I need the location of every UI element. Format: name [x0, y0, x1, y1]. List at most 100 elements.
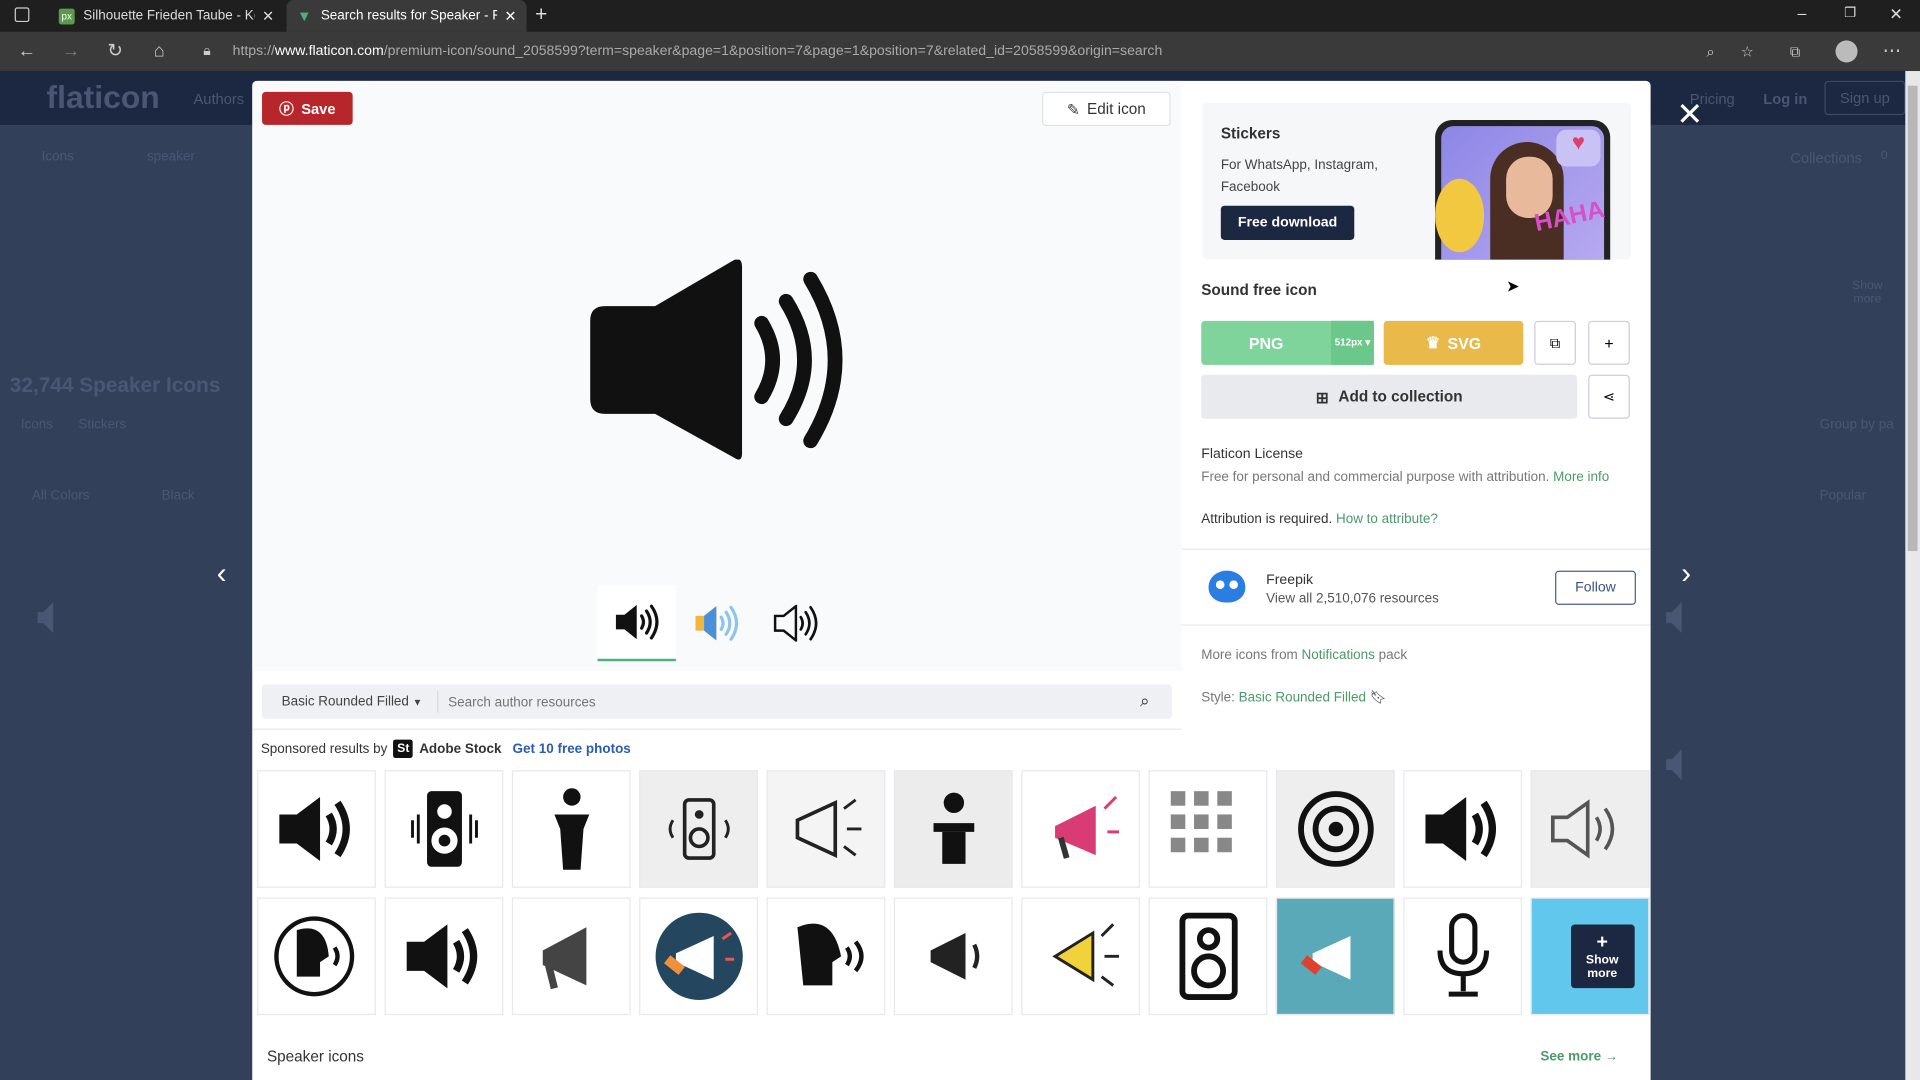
copy-image-button[interactable]: ⧉	[1534, 320, 1576, 365]
close-tab-icon[interactable]: ✕	[262, 7, 274, 24]
share-button[interactable]: ⋖	[1588, 374, 1630, 419]
close-tab-icon[interactable]: ✕	[504, 7, 516, 24]
sound-icon-preview	[590, 259, 843, 460]
bg-tab-stickers[interactable]: Stickers	[78, 418, 126, 433]
style-link[interactable]: Basic Rounded Filled	[1239, 691, 1366, 706]
pinterest-icon: ⓟ	[279, 100, 294, 118]
add-to-collection-button[interactable]: ⊞ Add to collection	[1201, 374, 1578, 419]
url-field[interactable]: 🔒︎ https://www.flaticon.com/premium-icon…	[196, 36, 1812, 68]
megaphone-outline-icon	[795, 798, 861, 858]
tab-silhouette[interactable]: px Silhouette Frieden Taube - Koste ✕	[49, 0, 284, 32]
zoom-icon[interactable]: ⌕	[1698, 39, 1722, 63]
variant-outline[interactable]	[757, 585, 835, 661]
pack-link[interactable]: Notifications	[1302, 648, 1375, 663]
nav-authors[interactable]: Authors	[193, 91, 244, 108]
freepik-avatar[interactable]	[1208, 570, 1246, 603]
phone-sticker-image: ♥ HAHA	[1435, 120, 1611, 260]
icon-detail-modal: ⓟ Save ✎ Edit icon Basic Rounded Filled ▼ …	[252, 80, 1651, 1080]
follow-button[interactable]: Follow	[1555, 570, 1636, 605]
close-window-button[interactable]: ✕	[1889, 5, 1902, 25]
divider	[1181, 624, 1651, 626]
ad-text: For WhatsApp, Instagram, Facebook	[1220, 157, 1379, 195]
variant-filled-black[interactable]	[597, 585, 676, 662]
lock-icon: 🔒︎	[203, 44, 211, 59]
more-menu-icon[interactable]: ⋯	[1880, 39, 1904, 63]
get-free-photos-link[interactable]: Get 10 free photos	[513, 741, 631, 756]
stock-tile-speaker-volume[interactable]	[257, 770, 376, 888]
stock-tile-speaker-volume[interactable]	[384, 897, 504, 1016]
cursor-icon: ➤	[1506, 276, 1520, 296]
pinterest-save-button[interactable]: ⓟ Save	[262, 91, 353, 125]
speaker-box-grey-icon	[668, 798, 730, 860]
restore-button[interactable]: ❐	[1844, 5, 1856, 21]
scrollbar-thumb[interactable]	[1907, 85, 1918, 552]
back-icon[interactable]: ←	[15, 39, 39, 63]
head-speaking-circle-icon	[273, 916, 354, 997]
page-scrollbar[interactable]	[1905, 71, 1920, 1080]
stock-tile-podium-speaker[interactable]	[893, 770, 1013, 888]
tab-actions-icon[interactable]	[14, 7, 30, 23]
svg-download-button[interactable]: ♛ SVG	[1383, 320, 1524, 365]
icon-info-panel: Stickers For WhatsApp, Instagram, Facebo…	[1181, 81, 1651, 1080]
stock-tile-megaphone-pink[interactable]	[1021, 770, 1141, 888]
stock-tile-megaphone-yellow[interactable]	[1021, 897, 1141, 1016]
stock-tile-megaphone-outline[interactable]	[766, 770, 886, 888]
more-info-link[interactable]: More info	[1553, 470, 1609, 485]
home-icon[interactable]: ⌂	[147, 39, 171, 63]
favorites-icon[interactable]: ☆	[1735, 39, 1759, 63]
ad-title: Stickers	[1220, 124, 1281, 143]
stock-tile-megaphone-circle[interactable]	[639, 897, 758, 1016]
extensions-icon[interactable]: ⧉	[1783, 39, 1807, 63]
speaker-volume-icon	[278, 796, 350, 861]
search-type-select[interactable]: Icons	[42, 149, 74, 164]
tab-flaticon[interactable]: ▼ Search results for Speaker - Flati ✕	[286, 0, 527, 32]
close-modal-icon[interactable]: ✕	[1676, 96, 1703, 134]
stock-tile-megaphone-small[interactable]	[893, 897, 1013, 1016]
search-icon[interactable]: ⌕	[1140, 691, 1150, 712]
more-options-button[interactable]: +	[1588, 320, 1630, 365]
bg-search-input[interactable]: speaker	[147, 149, 195, 164]
stock-tile-person-podium[interactable]	[511, 770, 631, 888]
flaticon-favicon-icon: ▼	[296, 7, 312, 25]
stock-tile-megaphone[interactable]	[511, 897, 631, 1016]
stock-tile-speaker-box-grey[interactable]	[639, 770, 758, 888]
style-row: Style: Basic Rounded Filled 🔖︎	[1201, 690, 1387, 706]
profile-avatar[interactable]	[1835, 40, 1858, 63]
collections-button[interactable]: Collections	[1790, 149, 1862, 166]
minimize-button[interactable]: –	[1798, 4, 1807, 22]
new-tab-button[interactable]: +	[535, 2, 547, 26]
sort-select[interactable]: Popular	[1820, 489, 1866, 504]
icon-title: Sound free icon	[1201, 281, 1317, 299]
previous-icon-arrow[interactable]: ‹	[217, 557, 227, 591]
nav-login[interactable]: Log in	[1763, 91, 1807, 108]
edit-icon-button[interactable]: ✎ Edit icon	[1042, 91, 1171, 127]
author-resources-link[interactable]: View all 2,510,076 resources	[1266, 591, 1439, 606]
bg-speaker-icon: 🔈︎	[1665, 585, 1698, 646]
png-download-button[interactable]: PNG 512px ▾	[1201, 320, 1374, 365]
filter-black[interactable]: Black	[162, 489, 195, 504]
license-title: Flaticon License	[1201, 446, 1303, 462]
bookmark-icon[interactable]: 🔖︎	[1370, 691, 1387, 706]
forward-icon[interactable]: →	[59, 39, 83, 63]
author-search-input[interactable]	[445, 688, 1112, 718]
variant-color[interactable]	[677, 585, 755, 661]
how-to-attribute-link[interactable]: How to attribute?	[1336, 512, 1438, 527]
png-size-select[interactable]: 512px ▾	[1331, 320, 1374, 365]
free-download-button[interactable]: Free download	[1220, 205, 1355, 241]
head-speaking-icon	[796, 923, 863, 986]
bg-show-more[interactable]: Show more	[1837, 279, 1898, 306]
stock-tile-head-speaking-circle[interactable]	[257, 897, 376, 1016]
crown-icon: ♛	[1425, 333, 1441, 352]
stock-tile-speaker-box-waves[interactable]	[384, 770, 504, 888]
filter-all-colors[interactable]: All Colors	[32, 489, 90, 504]
author-name[interactable]: Freepik	[1266, 573, 1313, 588]
nav-signup[interactable]: Sign up	[1824, 80, 1906, 116]
next-icon-arrow[interactable]: ›	[1681, 557, 1691, 591]
group-by-toggle[interactable]: Group by pa	[1820, 418, 1894, 433]
plus-icon: +	[1604, 333, 1614, 353]
style-select[interactable]: Basic Rounded Filled ▼	[282, 694, 423, 709]
megaphone-pink-icon	[1054, 795, 1119, 859]
reload-icon[interactable]: ↻	[103, 39, 127, 63]
stock-tile-head-speaking[interactable]	[766, 897, 886, 1016]
bg-tab-icons[interactable]: Icons	[21, 418, 53, 433]
